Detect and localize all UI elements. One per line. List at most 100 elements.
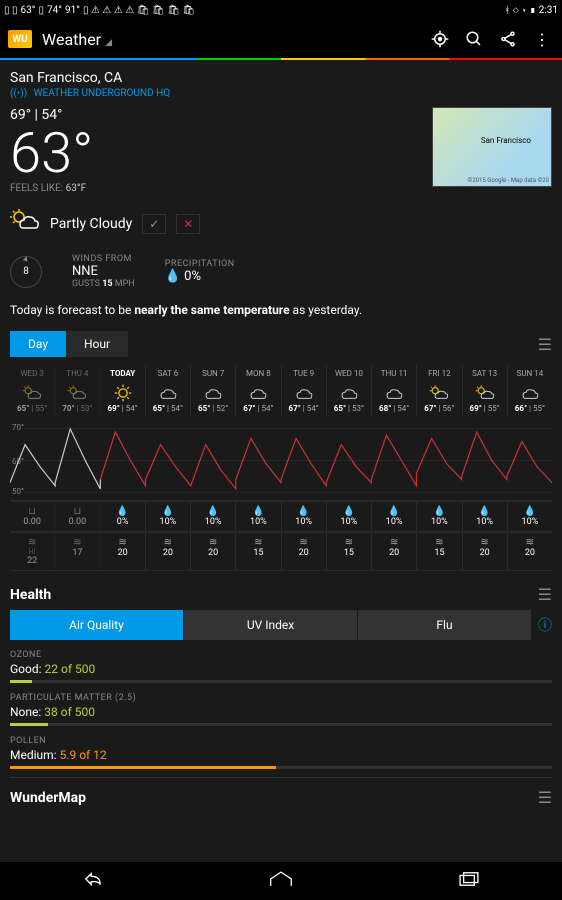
wind-cell: ≋15 bbox=[327, 533, 372, 570]
wind-cell: ≋20 bbox=[463, 533, 508, 570]
wind-icon: ≋ bbox=[508, 537, 552, 548]
droplet-icon: 💧 bbox=[417, 506, 461, 517]
wind-row: ≋HI22≋17≋20≋20≋20≋15≋20≋15≋20≋15≋20≋20 bbox=[10, 532, 552, 571]
feels-like: FEELS LIKE: 63°F bbox=[10, 183, 93, 194]
android-status-bar: ▯ ▯ 63° ▯ 74° 91° ▯ ⚠ ⚠ ⚠ ⚠ 🛍 🛍 🛍 🛍 ᚼ ◇ … bbox=[0, 0, 562, 20]
temperature-chart: 70° 60° 50° bbox=[10, 421, 552, 501]
wind-cell: ≋20 bbox=[508, 533, 552, 570]
wind-cell: ≋20 bbox=[146, 533, 191, 570]
droplet-icon: 💧 bbox=[191, 506, 235, 517]
health-title: Health bbox=[10, 587, 538, 603]
wind-icon: ≋ bbox=[146, 537, 190, 548]
mini-map[interactable]: San Francisco ©2015 Google - Map data ©2… bbox=[432, 107, 552, 187]
locate-icon[interactable] bbox=[428, 27, 452, 51]
wind-icon: ≋ bbox=[236, 537, 280, 548]
overflow-menu-icon[interactable]: ⋮ bbox=[530, 27, 554, 51]
wind-compass-icon: 8 ▲ bbox=[10, 256, 42, 288]
wundermap-menu-icon[interactable]: ☰ bbox=[538, 788, 552, 807]
day-col[interactable]: FRI 1267° | 56° bbox=[417, 365, 462, 417]
precip-row: ⊔0.00⊔0.00💧0%💧10%💧10%💧10%💧10%💧10%💧10%💧10… bbox=[10, 501, 552, 532]
wind-icon: ≋ bbox=[101, 537, 145, 548]
wind-icon: ≋ bbox=[327, 537, 371, 548]
wind-cell: ≋17 bbox=[55, 533, 100, 570]
wind-cell: ≋15 bbox=[236, 533, 281, 570]
app-logo[interactable]: WU bbox=[8, 30, 32, 48]
recents-button[interactable] bbox=[458, 871, 480, 892]
wind-icon: ≋ bbox=[55, 537, 99, 548]
droplet-icon: 💧 bbox=[101, 506, 145, 517]
day-col[interactable]: MON 867° | 54° bbox=[236, 365, 281, 417]
day-col[interactable]: WED 365° | 55° bbox=[10, 365, 55, 417]
wind-cell: ≋20 bbox=[191, 533, 236, 570]
precip-cell: ⊔0.00 bbox=[55, 502, 100, 531]
droplet-icon: 💧 bbox=[236, 506, 280, 517]
search-icon[interactable] bbox=[462, 27, 486, 51]
droplet-icon: 💧 bbox=[165, 269, 181, 284]
precip-cell: 💧10% bbox=[191, 502, 236, 531]
app-bar: WU Weather ◢ ⋮ bbox=[0, 20, 562, 58]
precip-cell: 💧0% bbox=[101, 502, 146, 531]
share-icon[interactable] bbox=[496, 27, 520, 51]
wind-icon: ≋ bbox=[191, 537, 235, 548]
precip-cell: 💧10% bbox=[146, 502, 191, 531]
wu-logo-icon: WU bbox=[8, 30, 32, 48]
back-button[interactable] bbox=[82, 870, 104, 893]
day-col[interactable]: SUN 1466° | 55° bbox=[508, 365, 552, 417]
broadcast-icon: ((•)) bbox=[10, 88, 27, 99]
day-col[interactable]: THU 470° | 53° bbox=[55, 365, 100, 417]
forecast-menu-icon[interactable]: ☰ bbox=[538, 335, 552, 354]
ozone-metric: OZONE Good: 22 of 500 bbox=[10, 650, 552, 683]
tab-day[interactable]: Day bbox=[10, 331, 66, 357]
day-col[interactable]: TUE 967° | 54° bbox=[282, 365, 327, 417]
precip-cell: 💧10% bbox=[508, 502, 552, 531]
home-button[interactable] bbox=[269, 870, 293, 893]
current-temp: 63° bbox=[10, 125, 93, 181]
droplet-icon: 💧 bbox=[146, 506, 190, 517]
station-name[interactable]: ((•)) WEATHER UNDERGROUND HQ bbox=[10, 88, 552, 99]
bucket-icon: ⊔ bbox=[10, 506, 54, 517]
condition-text: Partly Cloudy bbox=[50, 216, 132, 232]
droplet-icon: 💧 bbox=[327, 506, 371, 517]
day-col[interactable]: SAT 665° | 54° bbox=[146, 365, 191, 417]
wundermap-title[interactable]: WunderMap bbox=[10, 790, 538, 806]
wind-icon: ≋ bbox=[10, 537, 54, 548]
precip-cell: 💧10% bbox=[372, 502, 417, 531]
wind-cell: ≋20 bbox=[282, 533, 327, 570]
precip-cell: 💧10% bbox=[327, 502, 372, 531]
day-col[interactable]: TODAY69° | 54° bbox=[101, 365, 146, 417]
precip-cell: 💧10% bbox=[463, 502, 508, 531]
condition-icon bbox=[10, 208, 40, 240]
reject-condition-button[interactable]: ✕ bbox=[176, 214, 200, 234]
droplet-icon: 💧 bbox=[282, 506, 326, 517]
wind-cell: ≋20 bbox=[101, 533, 146, 570]
pm-metric: PARTICULATE MATTER (2.5) None: 38 of 500 bbox=[10, 693, 552, 726]
pollen-metric: POLLEN Medium: 5.9 of 12 bbox=[10, 736, 552, 769]
tab-flu[interactable]: Flu bbox=[358, 610, 531, 640]
day-col[interactable]: WED 1065° | 53° bbox=[327, 365, 372, 417]
day-col[interactable]: SAT 1369° | 55° bbox=[463, 365, 508, 417]
tab-uv-index[interactable]: UV Index bbox=[184, 610, 357, 640]
location-name[interactable]: San Francisco, CA bbox=[10, 70, 552, 86]
day-col[interactable]: SUN 765° | 52° bbox=[191, 365, 236, 417]
info-icon[interactable]: ⓘ bbox=[538, 615, 552, 635]
wind-icon: ≋ bbox=[463, 537, 507, 548]
wind-cell: ≋15 bbox=[417, 533, 462, 570]
wind-icon: ≋ bbox=[282, 537, 326, 548]
wind-cell: ≋HI22 bbox=[10, 533, 55, 570]
droplet-icon: 💧 bbox=[372, 506, 416, 517]
wind-cell: ≋20 bbox=[372, 533, 417, 570]
precip-cell: ⊔0.00 bbox=[10, 502, 55, 531]
wind-detail: WINDS FROM NNE GUSTS 15 MPH bbox=[72, 254, 135, 289]
health-menu-icon[interactable]: ☰ bbox=[538, 585, 552, 604]
tab-air-quality[interactable]: Air Quality bbox=[10, 610, 183, 640]
forecast-summary: Today is forecast to be nearly the same … bbox=[10, 303, 552, 317]
wind-icon: ≋ bbox=[372, 537, 416, 548]
day-col[interactable]: THU 1168° | 54° bbox=[372, 365, 417, 417]
app-title[interactable]: Weather ◢ bbox=[42, 30, 418, 49]
daily-forecast-row[interactable]: WED 365° | 55°THU 470° | 53°TODAY69° | 5… bbox=[10, 365, 552, 417]
confirm-condition-button[interactable]: ✓ bbox=[142, 214, 166, 234]
tab-hour[interactable]: Hour bbox=[66, 331, 128, 357]
droplet-icon: 💧 bbox=[463, 506, 507, 517]
precip-cell: 💧10% bbox=[236, 502, 281, 531]
precip-cell: 💧10% bbox=[417, 502, 462, 531]
